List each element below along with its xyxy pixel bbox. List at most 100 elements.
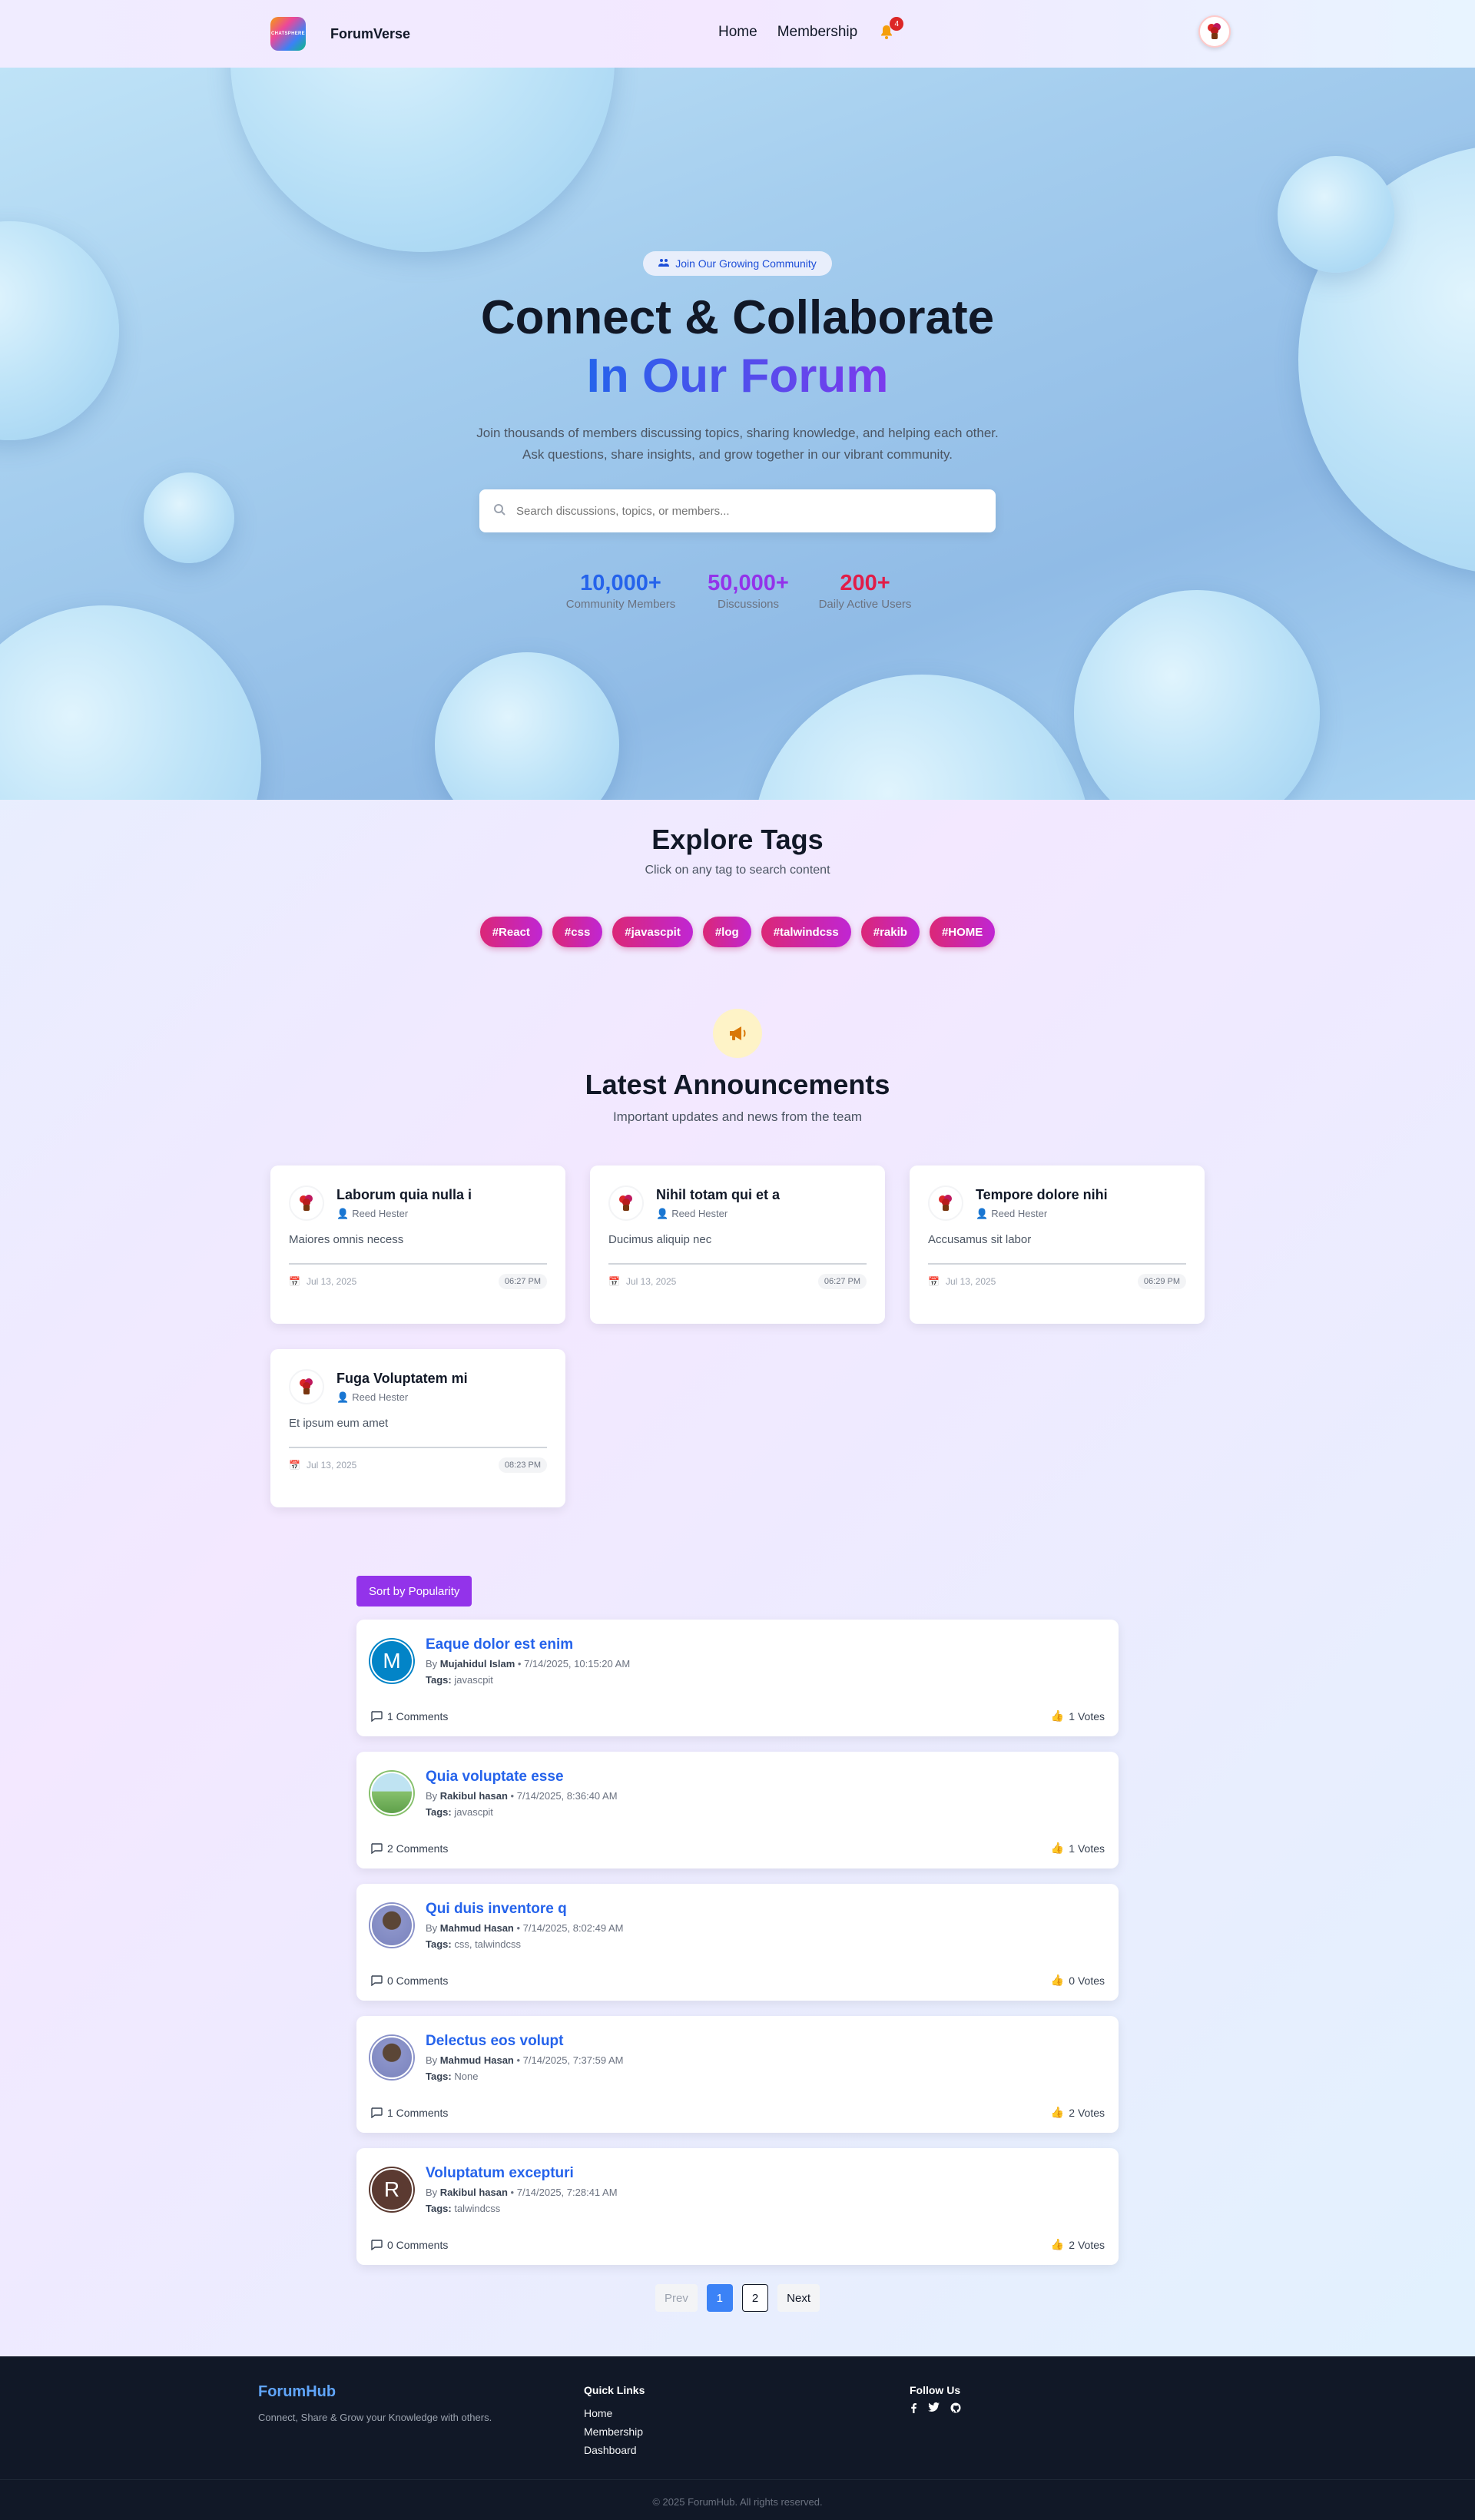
post-tags: Tags: javascpit [426, 1806, 618, 1818]
tag-chip[interactable]: #log [702, 917, 751, 947]
tag-chip[interactable]: #javascpit [612, 917, 693, 947]
post-card[interactable]: R Voluptatum excepturi By Rakibul hasan … [356, 2148, 1119, 2265]
decor-bubble [0, 605, 261, 800]
votes-count[interactable]: 👍 2 Votes [1051, 2238, 1105, 2251]
votes-text: 0 Votes [1069, 1974, 1105, 1987]
prev-page-button[interactable]: Prev [655, 2284, 698, 2312]
author-name: Reed Hester [991, 1208, 1048, 1219]
comments-text: 0 Comments [387, 2238, 449, 2251]
tag-chip[interactable]: #css [552, 917, 603, 947]
post-avatar [370, 1904, 413, 1947]
comment-icon [370, 2107, 383, 2118]
post-meta: By Rakibul hasan • 7/14/2025, 8:36:40 AM [426, 1790, 618, 1802]
divider [289, 1447, 547, 1448]
post-card[interactable]: Qui duis inventore q By Mahmud Hasan • 7… [356, 1884, 1119, 2001]
footer-link-membership[interactable]: Membership [584, 2422, 643, 2441]
author-name: Reed Hester [352, 1208, 409, 1219]
votes-text: 2 Votes [1069, 2238, 1105, 2251]
tag-chip[interactable]: #talwindcss [761, 917, 851, 947]
user-avatar[interactable] [1198, 15, 1231, 48]
post-datetime: 7/14/2025, 8:36:40 AM [516, 1790, 618, 1802]
post-tags-value: talwindcss [454, 2203, 501, 2214]
announcement-time: 06:29 PM [1137, 1274, 1186, 1289]
announcement-date: 📅 Jul 13, 2025 [289, 1276, 356, 1287]
announcement-card[interactable]: Fuga Voluptatem mi 👤 Reed Hester Et ipsum… [270, 1349, 565, 1507]
announcement-author: 👤 Reed Hester [336, 1391, 468, 1404]
post-title[interactable]: Eaque dolor est enim [426, 1636, 630, 1653]
stat-label: Community Members [565, 598, 676, 611]
footer-tagline: Connect, Share & Grow your Knowledge wit… [258, 2412, 492, 2423]
announcement-time: 06:27 PM [498, 1274, 547, 1289]
votes-count[interactable]: 👍 0 Votes [1051, 1974, 1105, 1987]
post-datetime: 7/14/2025, 8:02:49 AM [522, 1922, 624, 1934]
post-title[interactable]: Voluptatum excepturi [426, 2165, 618, 2182]
page-button-2[interactable]: 2 [741, 2284, 769, 2312]
stat-label: Daily Active Users [818, 598, 912, 611]
post-tags-value: css, talwindcss [454, 1938, 522, 1950]
tag-list: #React #css #javascpit #log #talwindcss … [0, 917, 1475, 947]
search-bar[interactable] [479, 489, 996, 532]
post-datetime: 7/14/2025, 10:15:20 AM [524, 1658, 631, 1670]
notification-bell-icon[interactable]: 4 [877, 17, 904, 41]
votes-count[interactable]: 👍 1 Votes [1051, 1709, 1105, 1723]
date-text: Jul 13, 2025 [306, 1276, 357, 1287]
facebook-icon[interactable] [910, 2402, 917, 2417]
comment-icon [370, 1710, 383, 1722]
post-tags-value: javascpit [454, 1806, 493, 1818]
votes-text: 2 Votes [1069, 2106, 1105, 2119]
stat-value: 10,000+ [580, 571, 661, 595]
votes-count[interactable]: 👍 2 Votes [1051, 2106, 1105, 2119]
post-meta: By Mujahidul Islam • 7/14/2025, 10:15:20… [426, 1658, 631, 1670]
tag-chip[interactable]: #React [479, 917, 542, 947]
tag-chip[interactable]: #HOME [929, 917, 996, 947]
comments-count[interactable]: 1 Comments [370, 1709, 448, 1723]
page-button-1[interactable]: 1 [706, 2284, 733, 2312]
avatar-letter: M [383, 1649, 401, 1673]
github-icon[interactable] [950, 2402, 961, 2417]
notification-badge: 4 [890, 17, 904, 31]
post-title[interactable]: Quia voluptate esse [426, 1769, 618, 1786]
comment-icon [370, 1975, 383, 1986]
stat-value: 200+ [840, 571, 890, 595]
votes-count[interactable]: 👍 1 Votes [1051, 1842, 1105, 1855]
logo[interactable]: CHATSPHERE [270, 17, 306, 51]
post-title[interactable]: Delectus eos volupt [426, 2033, 623, 2050]
user-icon: 👤 [656, 1207, 669, 1219]
post-author: Rakibul hasan [439, 1790, 508, 1802]
announcement-card[interactable]: Nihil totam qui et a 👤 Reed Hester Ducimu… [590, 1166, 885, 1324]
nav-links: Home Membership 4 [718, 17, 904, 41]
tag-chip[interactable]: #rakib [860, 917, 920, 947]
announcement-date: 📅 Jul 13, 2025 [928, 1276, 996, 1287]
announcement-card[interactable]: Tempore dolore nihi 👤 Reed Hester Accusam… [910, 1166, 1205, 1324]
search-input[interactable] [516, 504, 962, 518]
follow-us-title: Follow Us [910, 2384, 961, 2396]
tags-label: Tags: [426, 2071, 452, 2082]
nav-link-home[interactable]: Home [718, 24, 757, 41]
announcement-author: 👤 Reed Hester [336, 1208, 472, 1220]
footer-link-dashboard[interactable]: Dashboard [584, 2441, 643, 2459]
post-card[interactable]: Quia voluptate esse By Rakibul hasan • 7… [356, 1752, 1119, 1868]
footer-link-home[interactable]: Home [584, 2404, 643, 2422]
post-card[interactable]: M Eaque dolor est enim By Mujahidul Isla… [356, 1620, 1119, 1736]
footer-brand: ForumHub [258, 2383, 336, 2400]
nav-link-membership[interactable]: Membership [777, 24, 858, 41]
avatar-letter: R [383, 2177, 400, 2201]
announcement-body: Et ipsum eum amet [289, 1417, 389, 1430]
twitter-icon[interactable] [928, 2402, 940, 2417]
comments-count[interactable]: 0 Comments [370, 2238, 448, 2251]
post-card[interactable]: Delectus eos volupt By Mahmud Hasan • 7/… [356, 2016, 1119, 2133]
comments-count[interactable]: 1 Comments [370, 2106, 448, 2119]
next-page-button[interactable]: Next [777, 2284, 820, 2312]
calendar-icon: 📅 [289, 1460, 300, 1471]
by-label: By [426, 1658, 438, 1670]
comments-count[interactable]: 2 Comments [370, 1842, 448, 1855]
comments-text: 2 Comments [387, 1842, 449, 1855]
brand[interactable]: CHATSPHERE ForumVerse [270, 17, 410, 51]
decor-bubble [1074, 590, 1320, 800]
announcement-card[interactable]: Laborum quia nulla i 👤 Reed Hester Maiore… [270, 1166, 565, 1324]
comments-count[interactable]: 0 Comments [370, 1974, 448, 1987]
brand-name[interactable]: ForumVerse [330, 26, 410, 42]
post-title[interactable]: Qui duis inventore q [426, 1901, 623, 1918]
sort-by-popularity-button[interactable]: Sort by Popularity [356, 1576, 472, 1606]
post-datetime: 7/14/2025, 7:37:59 AM [522, 2054, 624, 2066]
